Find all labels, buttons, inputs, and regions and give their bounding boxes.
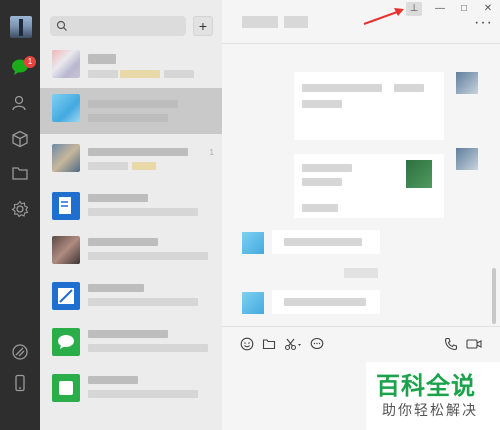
contact-avatar: [52, 94, 80, 122]
video-call-icon[interactable]: [466, 337, 482, 351]
message-preview: [88, 252, 208, 260]
contact-avatar: [242, 292, 264, 314]
chat-list-panel: + 1: [40, 0, 222, 430]
watermark-subtitle: 助你轻松解决: [382, 403, 478, 419]
minimize-button[interactable]: —: [432, 2, 448, 16]
box-icon[interactable]: [11, 130, 29, 148]
contact-name: [88, 376, 138, 384]
contact-name: [88, 330, 168, 338]
message-preview: [164, 70, 194, 78]
search-box[interactable]: [50, 16, 186, 36]
contact-avatar: [52, 374, 80, 402]
contacts-icon[interactable]: [11, 94, 29, 112]
scissors-icon[interactable]: [284, 337, 304, 351]
contact-name: [88, 148, 188, 156]
folder-icon[interactable]: [262, 337, 276, 351]
unread-badge: 1: [24, 56, 36, 68]
search-input[interactable]: [70, 18, 180, 34]
message-preview: [120, 70, 160, 78]
contact-name: [88, 100, 178, 108]
message-preview: [88, 70, 118, 78]
contact-avatar: [52, 328, 80, 356]
folder-icon[interactable]: [11, 164, 29, 182]
chat-list-item[interactable]: [40, 44, 222, 88]
add-chat-button[interactable]: +: [193, 16, 213, 36]
input-toolbar: [222, 326, 500, 360]
message-bubble[interactable]: [294, 72, 444, 140]
message-bubble[interactable]: [294, 154, 444, 218]
contact-avatar: [52, 50, 80, 78]
phone-icon[interactable]: [11, 374, 29, 392]
timestamp: [344, 268, 378, 278]
message-preview: [88, 298, 198, 306]
message-preview: [88, 390, 198, 398]
conversation-title: [284, 16, 308, 28]
close-button[interactable]: ✕: [480, 2, 496, 16]
chat-list-item[interactable]: [40, 230, 222, 274]
message-bubble[interactable]: [272, 290, 380, 314]
contact-avatar: [52, 282, 80, 310]
contact-name: [88, 54, 116, 64]
my-avatar: [456, 148, 478, 170]
contact-name: [88, 194, 148, 202]
message-preview: [88, 344, 208, 352]
message-preview: [88, 208, 198, 216]
annotation-arrow-icon: [363, 8, 404, 25]
app-icon: [59, 381, 73, 395]
message-preview: [88, 114, 168, 122]
chat-list-item[interactable]: [40, 322, 222, 366]
my-avatar: [456, 72, 478, 94]
maximize-button[interactable]: □: [456, 2, 472, 16]
chat-list-item[interactable]: [40, 186, 222, 230]
file-thumbnail[interactable]: [406, 160, 432, 188]
message-preview: [132, 162, 156, 170]
conversation-title: [242, 16, 278, 28]
emoji-icon[interactable]: [240, 337, 254, 351]
chat-list-item[interactable]: 1: [40, 138, 222, 182]
contact-avatar: [52, 236, 80, 264]
contact-name: [88, 284, 144, 292]
message-bubble[interactable]: [272, 230, 380, 254]
chat-list-item[interactable]: [40, 88, 222, 134]
watermark: 百科全说 助你轻松解决: [366, 362, 500, 430]
contact-name: [88, 238, 158, 246]
chat-time: 1: [209, 148, 214, 157]
chat-list-item[interactable]: [40, 276, 222, 320]
voice-call-icon[interactable]: [444, 337, 458, 351]
chat-bubble-icon: [58, 335, 74, 349]
more-options-button[interactable]: ···: [474, 15, 493, 31]
document-icon: [59, 197, 71, 214]
search-icon: [56, 20, 67, 31]
sidebar-rail: 1: [0, 0, 40, 430]
contact-avatar: [242, 232, 264, 254]
avatar[interactable]: [10, 16, 32, 38]
watermark-title: 百科全说: [376, 372, 476, 400]
document-icon: [58, 288, 74, 304]
chat-history-icon[interactable]: [310, 337, 324, 351]
contact-avatar: [52, 144, 80, 172]
chat-list-item[interactable]: [40, 368, 222, 412]
scrollbar[interactable]: [492, 268, 496, 324]
moments-icon[interactable]: [11, 343, 29, 361]
message-preview: [88, 162, 128, 170]
contact-avatar: [52, 192, 80, 220]
gear-icon[interactable]: [11, 200, 29, 218]
